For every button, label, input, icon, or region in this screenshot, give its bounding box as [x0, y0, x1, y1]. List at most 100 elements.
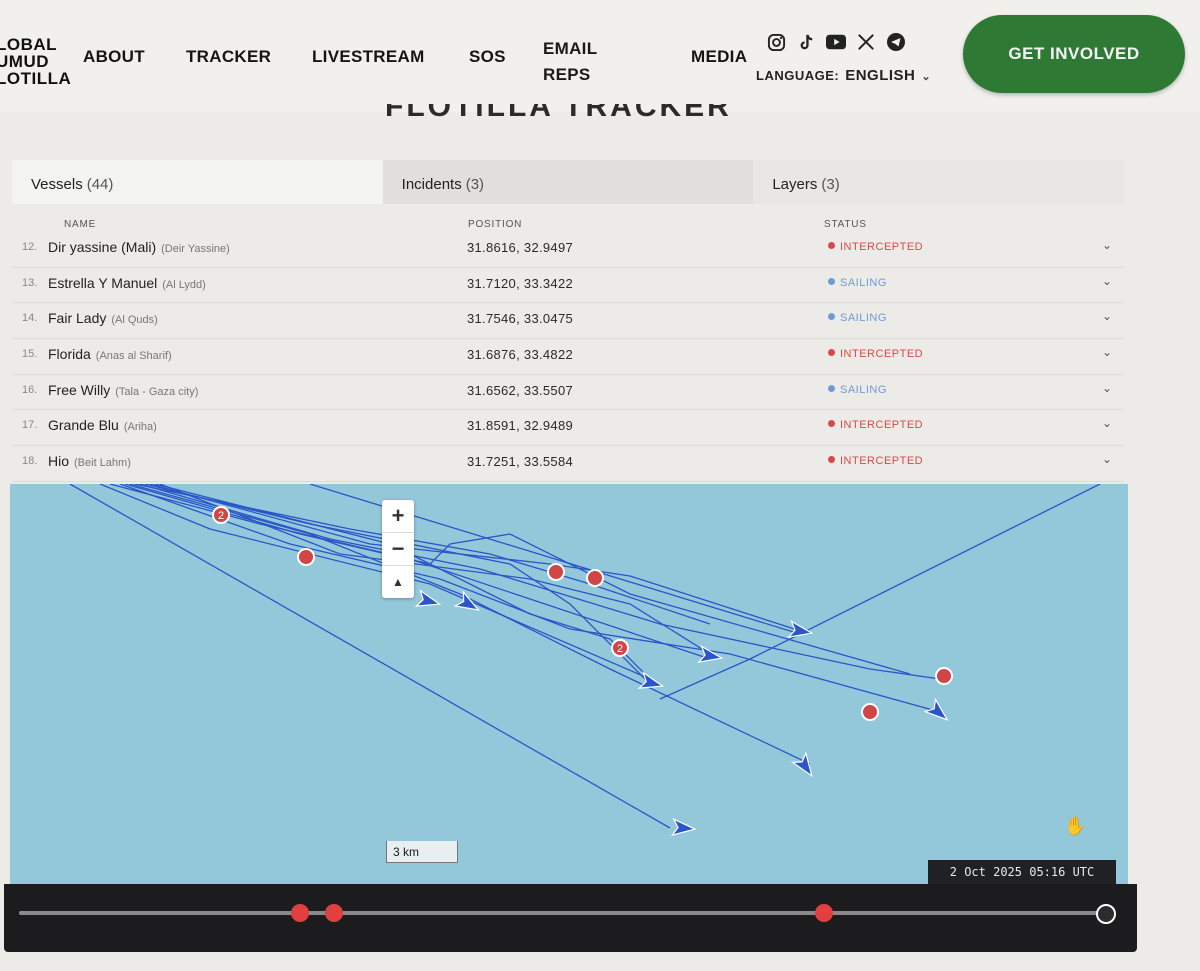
tab-incidents-label: Incidents [401, 176, 462, 193]
vessel-position: 31.6876, 33.4822 [467, 347, 574, 363]
youtube-icon[interactable] [826, 32, 846, 52]
tab-layers-count: (3) [821, 176, 840, 193]
vessel-name: Fair Lady (Al Quds) [48, 310, 158, 326]
status-dot [828, 456, 835, 464]
tiktok-icon[interactable] [796, 32, 816, 52]
column-header-position: POSITION [468, 219, 523, 230]
nav-about[interactable]: ABOUT [83, 47, 145, 67]
vessel-position: 31.8591, 32.9489 [467, 418, 574, 434]
status-badge: INTERCEPTED [828, 455, 923, 467]
status-text: SAILING [840, 312, 887, 325]
vessel-name-text: Hio [48, 453, 70, 470]
vessel-position: 31.8616, 32.9497 [467, 240, 574, 255]
instagram-icon[interactable] [766, 32, 786, 52]
zoom-out-button[interactable]: − [382, 533, 414, 566]
table-row[interactable]: 15. Florida (Anas al Sharif) 31.6876, 33.48… [12, 339, 1124, 375]
tab-layers-label: Layers [772, 176, 818, 193]
timeline-handle[interactable] [1096, 904, 1116, 924]
tracker-tabs: Vessels (44) Incidents (3) Layers (3) [12, 160, 1125, 204]
vessel-alt-name: (Tala - Gaza city) [115, 385, 199, 398]
timeline-scrubber[interactable] [4, 884, 1137, 952]
vessel-alt-name: (Beit Lahm) [74, 457, 131, 470]
nav-email-line1: EMAIL [543, 39, 598, 58]
vessel-name: Hio (Beit Lahm) [48, 453, 131, 469]
status-text: SAILING [840, 383, 887, 396]
incident-cluster-count: 2 [617, 643, 623, 655]
map-routes-layer: 22 [69, 484, 1101, 837]
x-icon[interactable] [856, 32, 876, 52]
timeline-incident-marker[interactable] [815, 904, 833, 922]
nav-sos[interactable]: SOS [469, 47, 506, 67]
tracker-map[interactable]: 22 + − ▲ 3 km 2 Oct 2025 05:16 UTC [10, 484, 1128, 884]
vessel-route-line [99, 484, 651, 680]
nav-tracker[interactable]: TRACKER [186, 47, 271, 67]
chevron-down-icon[interactable]: ⌄ [1102, 309, 1112, 323]
site-logo[interactable]: LOBAL UMUD LOTILLA [0, 36, 71, 87]
incident-marker[interactable] [861, 703, 879, 721]
row-number: 12. [22, 241, 38, 253]
vessel-position: 31.7546, 33.0475 [467, 311, 574, 327]
row-number: 17. [22, 419, 38, 432]
tab-incidents[interactable]: Incidents (3) [382, 160, 754, 204]
column-header-name: NAME [64, 219, 97, 230]
status-dot [828, 313, 835, 321]
row-number: 16. [22, 383, 38, 396]
telegram-icon[interactable] [886, 32, 906, 52]
nav-email-reps[interactable]: EMAIL REPS [543, 36, 597, 88]
vessel-name-text: Free Willy [48, 381, 111, 398]
timeline-incident-marker[interactable] [291, 904, 309, 922]
incident-marker[interactable] [935, 667, 953, 685]
timeline-track[interactable] [19, 911, 1107, 915]
vessel-arrow-icon[interactable] [923, 697, 952, 725]
table-row[interactable]: 14. Fair Lady (Al Quds) 31.7546, 33.0475 SAI… [12, 303, 1124, 340]
page-title: FLOTILLA TRACKER [385, 104, 765, 122]
vessel-arrow-icon[interactable] [414, 589, 442, 612]
vessel-arrow-icon[interactable] [670, 817, 697, 837]
tab-layers[interactable]: Layers (3) [753, 160, 1125, 204]
tab-vessels[interactable]: Vessels (44) [12, 160, 383, 204]
vessel-name-text: Fair Lady [48, 310, 107, 327]
status-dot [828, 349, 835, 357]
nav-media[interactable]: MEDIA [691, 47, 747, 67]
status-badge: SAILING [828, 384, 887, 396]
chevron-down-icon[interactable]: ⌄ [1102, 238, 1112, 252]
status-text: INTERCEPTED [840, 419, 924, 432]
vessel-route-line [124, 484, 911, 675]
row-number: 15. [22, 348, 38, 361]
vessel-name-text: Dir yassine (Mali) [48, 239, 157, 255]
row-number: 13. [22, 276, 38, 289]
table-row[interactable]: 12. Dir yassine (Mali) (Deir Yassine) 31.86… [12, 232, 1124, 268]
vessel-name: Grande Blu (Ariha) [48, 417, 157, 433]
table-row[interactable]: 17. Grande Blu (Ariha) 31.8591, 32.9489 INTE… [12, 410, 1124, 447]
tab-vessels-count: (44) [86, 176, 114, 193]
nav-livestream[interactable]: LIVESTREAM [312, 47, 425, 67]
vessel-alt-name: (Deir Yassine) [161, 243, 230, 255]
zoom-in-button[interactable]: + [382, 500, 414, 533]
chevron-down-icon[interactable]: ⌄ [1102, 416, 1112, 430]
timeline-incident-marker[interactable] [325, 904, 343, 922]
chevron-down-icon[interactable]: ⌄ [1102, 274, 1112, 288]
vessel-name-text: Estrella Y Manuel [48, 274, 158, 291]
table-row[interactable]: 18. Hio (Beit Lahm) 31.7251, 33.5584 INTERCE… [12, 446, 1124, 482]
chevron-down-icon[interactable]: ⌄ [1102, 381, 1112, 395]
vessel-name-text: Florida [48, 346, 91, 363]
table-row[interactable]: 13. Estrella Y Manuel (Al Lydd) 31.7120, 33… [12, 268, 1124, 304]
language-selector[interactable]: LANGUAGE: ENGLISH ⌄ [756, 67, 931, 84]
status-badge: SAILING [828, 277, 887, 289]
compass-button[interactable]: ▲ [382, 566, 414, 598]
status-dot [828, 420, 835, 428]
vessel-name-text: Grande Blu [48, 417, 119, 434]
language-label: LANGUAGE: [756, 68, 840, 83]
chevron-down-icon[interactable]: ⌄ [1102, 452, 1112, 466]
vessel-name: Free Willy (Tala - Gaza city) [48, 382, 198, 398]
chevron-down-icon[interactable]: ⌄ [1102, 345, 1112, 359]
chevron-down-icon: ⌄ [921, 71, 932, 83]
incident-marker[interactable] [547, 563, 565, 581]
get-involved-button[interactable]: GET INVOLVED [963, 15, 1185, 93]
page-title-text: FLOTILLA TRACKER [385, 104, 732, 122]
incident-marker[interactable] [297, 548, 315, 566]
table-row[interactable]: 16. Free Willy (Tala - Gaza city) 31.6562, … [12, 375, 1124, 411]
vessel-position: 31.7120, 33.3422 [467, 275, 574, 291]
vessel-position: 31.6562, 33.5507 [467, 382, 574, 398]
incident-marker[interactable] [586, 569, 604, 587]
